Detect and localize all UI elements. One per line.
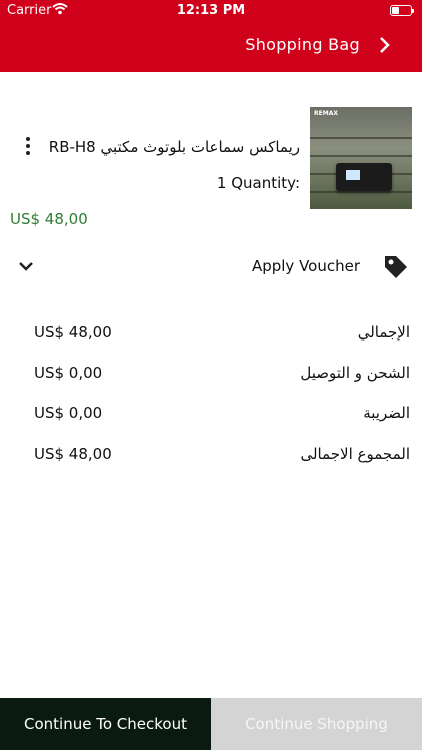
tag-icon[interactable] [382,253,410,281]
battery-icon [390,5,414,16]
product-image[interactable]: REMAX [310,107,412,209]
summary-amount: US$ 0,00 [34,404,103,422]
summary-amount: US$ 48,00 [34,323,112,341]
chevron-down-icon[interactable] [18,260,34,272]
product-name[interactable]: ريماكس سماعات بلوتوث مكتبي RB-H8 [49,138,300,156]
product-brand-logo: REMAX [314,110,338,117]
summary-row-total: US$ 48,00 المجموع الاجمالى [0,445,422,469]
summary-row-shipping: US$ 0,00 الشحن و التوصيل [0,364,422,388]
item-quantity: 1 Quantity: [216,174,300,192]
speaker-device [336,163,392,191]
more-vertical-icon[interactable] [24,137,32,159]
continue-shopping-button[interactable]: Continue Shopping [211,698,422,750]
summary-label: الضريبة [363,404,410,422]
continue-to-checkout-button[interactable]: Continue To Checkout [0,698,211,750]
app-header: Carrier 12:13 PM Shopping Bag [0,0,422,72]
summary-label: المجموع الاجمالى [300,445,410,463]
summary-label: الإجمالي [357,323,410,341]
summary-label: الشحن و التوصيل [300,364,410,382]
status-bar: Carrier 12:13 PM [0,0,422,22]
chevron-right-icon[interactable] [376,36,392,54]
item-price: US$ 48,00 [10,210,88,228]
summary-row-subtotal: US$ 48,00 الإجمالي [0,323,422,347]
shopping-bag-title[interactable]: Shopping Bag [245,35,360,54]
status-time: 12:13 PM [176,3,246,18]
apply-voucher-label[interactable]: Apply Voucher [252,257,360,275]
summary-amount: US$ 0,00 [34,364,103,382]
summary-amount: US$ 48,00 [34,445,112,463]
summary-row-tax: US$ 0,00 الضريبة [0,404,422,428]
